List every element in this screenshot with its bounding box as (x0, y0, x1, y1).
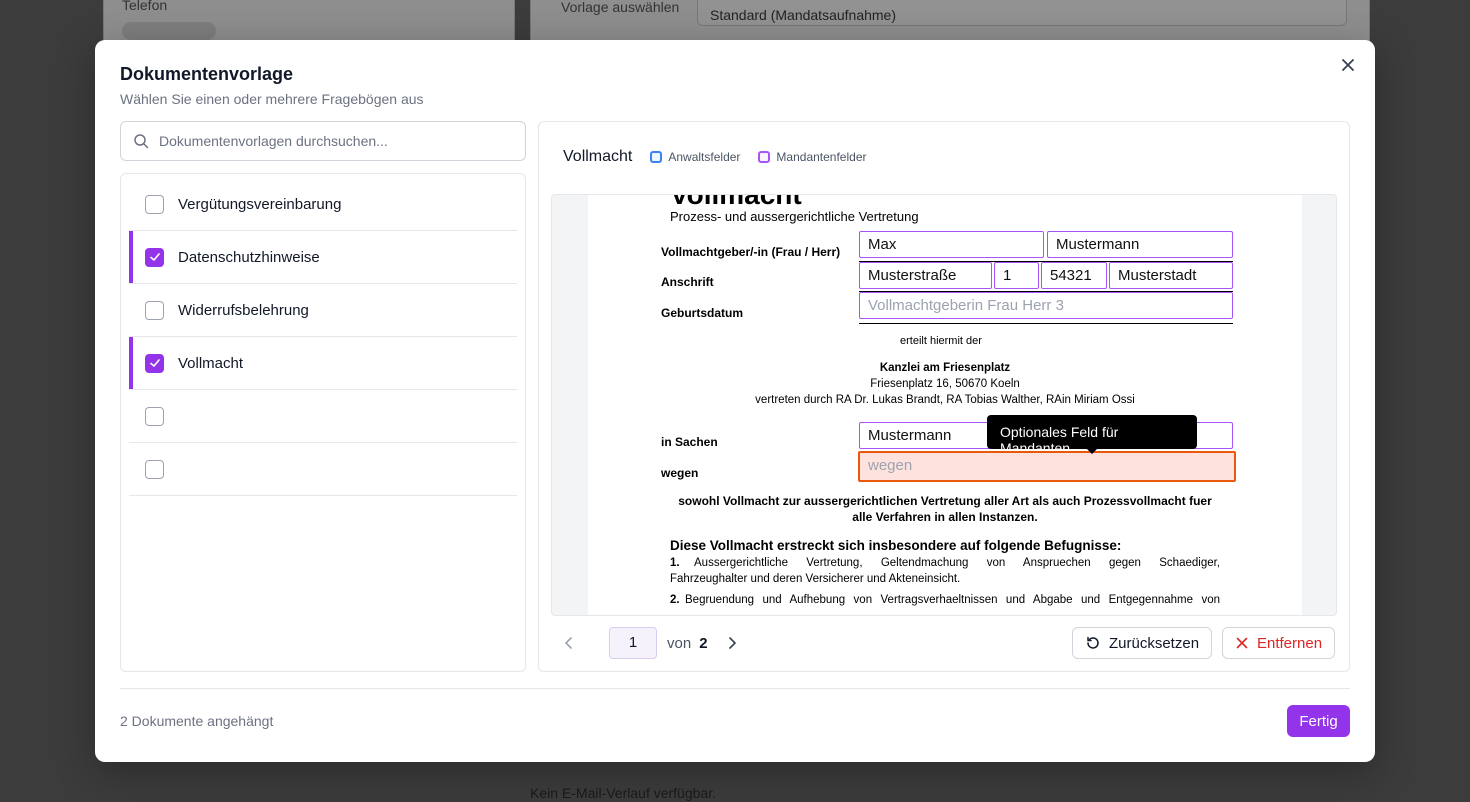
background-phone-label: Telefon (122, 0, 168, 13)
doc-firm-represented: vertreten durch RA Dr. Lukas Brandt, RA … (755, 394, 1135, 406)
list-item-label: Vergütungsvereinbarung (178, 195, 342, 213)
label-birthdate: Geburtsdatum (661, 306, 744, 320)
page-of-label: von (667, 634, 692, 652)
field-house-number[interactable]: 1 (994, 262, 1039, 289)
done-button[interactable]: Fertig (1287, 705, 1350, 737)
legend-lawyer-fields: Anwaltsfelder (650, 150, 740, 164)
field-tooltip: Optionales Feld für Mandanten (987, 415, 1197, 449)
preview-title: Vollmacht (563, 148, 633, 165)
check-icon (149, 359, 160, 367)
checkbox[interactable] (145, 459, 164, 479)
x-icon (1236, 637, 1248, 649)
doc-firm-name: Kanzlei am Friesenplatz (879, 362, 1011, 374)
legend-label: Anwaltsfelder (668, 150, 741, 164)
underline (859, 323, 1233, 324)
list-item-label: Datenschutzhinweise (178, 248, 320, 266)
field-street[interactable]: Musterstraße (859, 262, 992, 289)
attached-count: 2 Dokumente angehängt (120, 713, 274, 729)
list-item-label: Vollmacht (178, 354, 244, 372)
doc-power2-number: 2. (670, 594, 680, 606)
field-regarding[interactable]: wegen (858, 451, 1236, 482)
next-page-button[interactable] (722, 633, 742, 653)
background-template-select: Standard (Mandatsaufnahme) (697, 0, 1347, 26)
legend-swatch-blue (650, 151, 663, 163)
checkbox[interactable] (145, 406, 164, 426)
list-item[interactable]: Vollmacht (129, 337, 517, 390)
remove-button[interactable]: Entfernen (1222, 627, 1336, 659)
background-email-empty: Kein E-Mail-Verlauf verfügbar. (530, 785, 716, 801)
close-button[interactable] (1337, 54, 1359, 76)
legend-label: Mandantenfelder (776, 150, 867, 164)
checkbox-checked[interactable] (145, 247, 164, 267)
field-last-name[interactable]: Mustermann (1047, 231, 1233, 258)
check-icon (149, 253, 160, 261)
legend-client-fields: Mandantenfelder (758, 150, 867, 164)
checkbox-checked[interactable] (145, 353, 164, 373)
list-item[interactable] (129, 443, 517, 496)
label-in-case: in Sachen (661, 435, 718, 449)
search-icon (134, 134, 149, 149)
list-item[interactable]: Widerrufsbelehrung (129, 284, 517, 337)
doc-powers-heading: Diese Vollmacht erstreckt sich insbesond… (670, 538, 1122, 553)
dialog-subtitle: Wählen Sie einen oder mehrere Fragebögen… (120, 91, 424, 107)
page-total: 2 (699, 634, 708, 652)
close-icon (1342, 59, 1354, 71)
document-page: Vollmacht Prozess- und aussergerichtlich… (588, 195, 1302, 615)
page-number-input[interactable]: 1 (609, 627, 657, 659)
label-grantor: Vollmachtgeber/-in (Frau / Herr) (661, 245, 841, 259)
search-input[interactable] (159, 133, 499, 149)
doc-grant-text: erteilt hiermit der (900, 335, 982, 347)
list-item[interactable]: Vergütungsvereinbarung (129, 178, 517, 231)
field-city[interactable]: Musterstadt (1109, 262, 1233, 289)
field-zip[interactable]: 54321 (1041, 262, 1107, 289)
tooltip-arrow (1086, 448, 1098, 454)
chevron-right-icon (728, 637, 736, 649)
label-regarding: wegen (661, 466, 699, 480)
doc-power1-line2: Fahrzeughalter und deren Versicherer und… (670, 573, 961, 585)
doc-scope-line1: sowohl Vollmacht zur aussergerichtlichen… (678, 494, 1212, 508)
previous-page-button[interactable] (559, 633, 579, 653)
chevron-left-icon (564, 637, 572, 649)
document-viewport[interactable]: Vollmacht Prozess- und aussergerichtlich… (551, 194, 1337, 616)
doc-power1-number: 1. (670, 557, 680, 569)
footer-divider (120, 688, 1350, 689)
field-first-name[interactable]: Max (859, 231, 1044, 258)
template-list: Vergütungsvereinbarung Datenschutzhinwei… (120, 173, 526, 672)
doc-subheading: Prozess- und aussergerichtliche Vertretu… (670, 209, 919, 224)
background-template-label: Vorlage auswählen (561, 0, 680, 15)
list-item[interactable]: Datenschutzhinweise (129, 231, 517, 284)
remove-button-label: Entfernen (1257, 634, 1323, 652)
doc-firm-address: Friesenplatz 16, 50670 Koeln (870, 378, 1020, 390)
preview-header: Vollmacht Anwaltsfelder Mandantenfelder (563, 148, 867, 166)
rotate-ccw-icon (1087, 636, 1099, 649)
checkbox[interactable] (145, 300, 164, 320)
doc-scope-line2: alle Verfahren in allen Instanzen. (852, 510, 1038, 524)
legend-swatch-purple (758, 151, 771, 163)
field-birthdate[interactable]: Vollmachtgeberin Frau Herr 3 (859, 292, 1233, 319)
label-address: Anschrift (661, 275, 714, 289)
reset-button-label: Zurücksetzen (1109, 634, 1200, 652)
checkbox[interactable] (145, 194, 164, 214)
template-search[interactable] (120, 121, 526, 161)
document-preview-panel: Vollmacht Anwaltsfelder Mandantenfelder … (538, 121, 1350, 672)
doc-power2-line1: Begruendung und Aufhebung von Vertragsve… (685, 594, 1220, 606)
document-template-dialog: Dokumentenvorlage Wählen Sie einen oder … (95, 40, 1375, 762)
dialog-title: Dokumentenvorlage (120, 64, 294, 84)
list-item[interactable] (129, 390, 517, 443)
background-select-value: Standard (Mandatsaufnahme) (710, 7, 896, 23)
list-item-label: Widerrufsbelehrung (178, 301, 309, 319)
doc-power1-line1: Aussergerichtliche Vertretung, Geltendma… (694, 557, 1220, 569)
reset-button[interactable]: Zurücksetzen (1072, 627, 1213, 659)
pagination: 1 von 2 (559, 627, 742, 659)
background-phone-value (122, 22, 216, 40)
